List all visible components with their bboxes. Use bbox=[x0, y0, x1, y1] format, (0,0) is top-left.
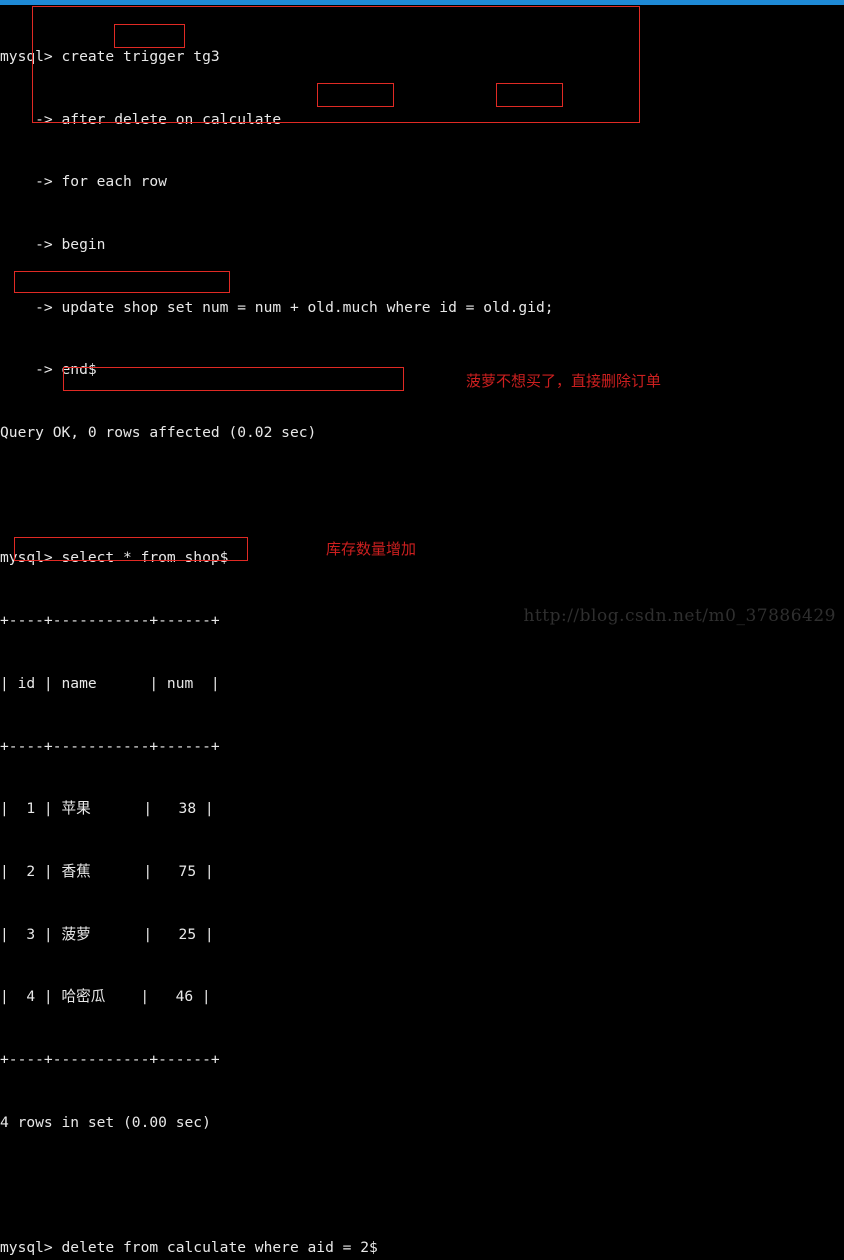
annotation-delete-order: 菠萝不想买了，直接删除订单 bbox=[466, 372, 662, 390]
table-row: | 2 | 香蕉 | 75 | bbox=[0, 862, 214, 880]
terminal-line: -> end$ bbox=[0, 361, 97, 379]
table-row: | 1 | 苹果 | 38 | bbox=[0, 800, 214, 818]
terminal-line: -> begin bbox=[0, 235, 106, 253]
table-header-row: | id | name | num | bbox=[0, 674, 220, 692]
table-row: | 3 | 菠萝 | 25 | bbox=[0, 925, 214, 943]
terminal-line: -> after delete on calculate bbox=[0, 110, 282, 128]
table-row: | 4 | 哈密瓜 | 46 | bbox=[0, 988, 211, 1006]
annotation-stock-increase: 库存数量增加 bbox=[326, 540, 417, 558]
terminal-line: mysql> delete from calculate where aid =… bbox=[0, 1239, 378, 1257]
terminal-line: mysql> select * from shop$ bbox=[0, 549, 229, 567]
terminal-line: -> for each row bbox=[0, 173, 167, 191]
table-border-bottom: +----+-----------+------+ bbox=[0, 1051, 220, 1069]
terminal-output[interactable]: mysql> create trigger tg3 -> after delet… bbox=[0, 5, 844, 1256]
terminal-line: Query OK, 0 rows affected (0.02 sec) bbox=[0, 424, 317, 442]
watermark: http://blog.csdn.net/m0_37886429 bbox=[523, 606, 836, 626]
terminal-line: mysql> create trigger tg3 bbox=[0, 47, 220, 65]
terminal-line: -> update shop set num = num + old.much … bbox=[0, 298, 554, 316]
table-footer: 4 rows in set (0.00 sec) bbox=[0, 1113, 211, 1131]
table-border-mid: +----+-----------+------+ bbox=[0, 737, 220, 755]
